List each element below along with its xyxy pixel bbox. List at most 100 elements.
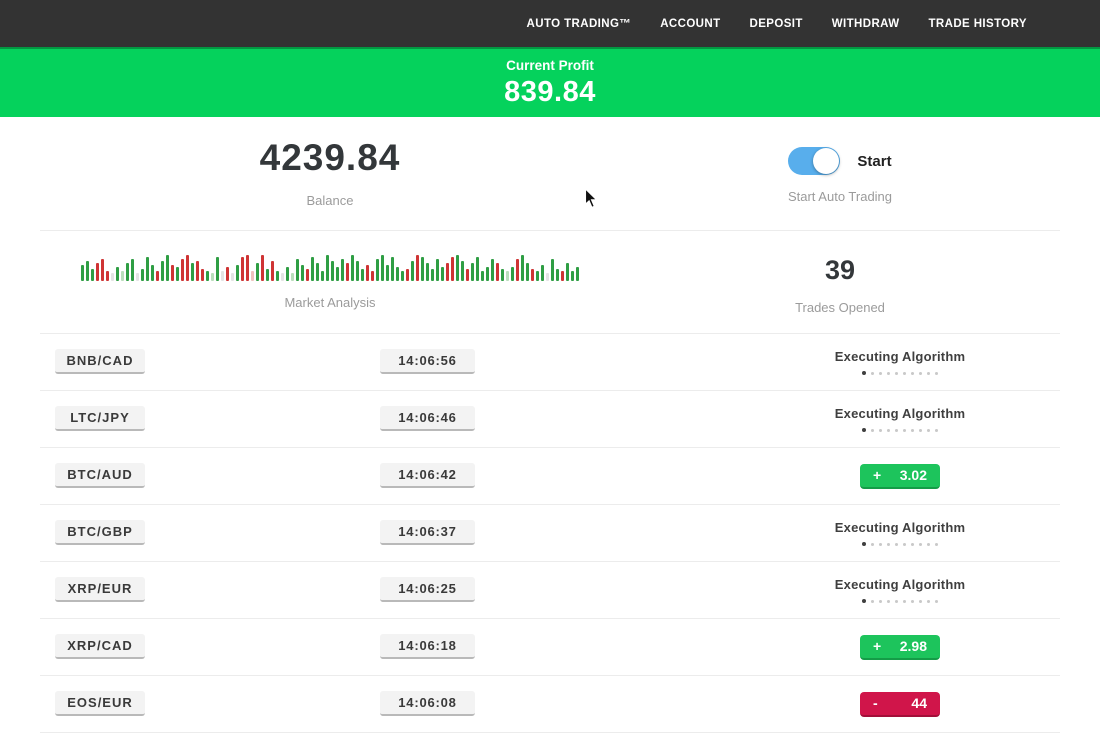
progress-dots xyxy=(862,371,938,375)
trades-list: BNB/CAD14:06:56Executing AlgorithmLTC/JP… xyxy=(0,334,1100,733)
trade-result-badge: +2.98 xyxy=(860,635,940,660)
market-bar xyxy=(376,259,379,281)
trades-opened-value: 39 xyxy=(825,255,855,286)
market-bar xyxy=(426,263,429,281)
progress-dot xyxy=(927,429,930,432)
trade-time-chip: 14:06:42 xyxy=(380,463,475,488)
progress-dot xyxy=(862,542,866,546)
trade-row: XRP/EUR14:06:25Executing Algorithm xyxy=(40,562,1060,619)
trade-time-chip: 14:06:37 xyxy=(380,520,475,545)
market-bar xyxy=(496,263,499,281)
market-bar xyxy=(531,269,534,281)
progress-dot xyxy=(919,429,922,432)
nav-item-deposit[interactable]: DEPOSIT xyxy=(750,18,803,30)
trade-status-cell: +3.02 xyxy=(780,448,1020,504)
market-bar xyxy=(191,263,194,281)
market-bar xyxy=(251,271,254,281)
market-bar xyxy=(371,271,374,281)
toggle-label: Start xyxy=(857,153,891,170)
result-sign: + xyxy=(873,638,881,654)
progress-dot xyxy=(887,429,890,432)
progress-dot xyxy=(887,543,890,546)
result-value: 2.98 xyxy=(900,638,927,654)
market-bar xyxy=(141,269,144,281)
profit-banner-label: Current Profit xyxy=(506,58,594,73)
progress-dot xyxy=(879,543,882,546)
nav-item-account[interactable]: ACCOUNT xyxy=(660,18,720,30)
market-analysis-chart xyxy=(81,253,579,281)
progress-dot xyxy=(927,543,930,546)
market-bar xyxy=(476,257,479,281)
market-bar xyxy=(81,265,84,281)
progress-dot xyxy=(895,372,898,375)
market-bar xyxy=(281,273,284,281)
market-bar xyxy=(546,273,549,281)
top-nav: AUTO TRADING™ ACCOUNT DEPOSIT WITHDRAW TRADE… xyxy=(0,0,1100,47)
balance-section: 4239.84 Balance Start Start Auto Trading xyxy=(40,117,1060,231)
trade-result-badge: +3.02 xyxy=(860,464,940,489)
nav-item-auto-trading[interactable]: AUTO TRADING™ xyxy=(527,18,632,30)
market-bar xyxy=(441,267,444,281)
market-bar xyxy=(461,261,464,281)
market-bar xyxy=(536,271,539,281)
progress-dot xyxy=(862,371,866,375)
market-bar xyxy=(301,265,304,281)
progress-dot xyxy=(911,372,914,375)
market-bar xyxy=(186,255,189,281)
market-bar xyxy=(331,261,334,281)
result-sign: + xyxy=(873,467,881,483)
market-bar xyxy=(231,273,234,281)
market-bar xyxy=(196,261,199,281)
market-section: Market Analysis 39 Trades Opened xyxy=(40,231,1060,334)
nav-item-withdraw[interactable]: WITHDRAW xyxy=(832,18,900,30)
trade-time-chip: 14:06:25 xyxy=(380,577,475,602)
trade-pair-chip: LTC/JPY xyxy=(55,406,145,431)
market-bar xyxy=(471,263,474,281)
market-bar xyxy=(366,265,369,281)
executing-algorithm-label: Executing Algorithm xyxy=(835,577,965,592)
balance-label: Balance xyxy=(307,193,354,208)
balance-value: 4239.84 xyxy=(260,137,401,179)
market-bar xyxy=(126,263,129,281)
progress-dot xyxy=(935,600,938,603)
executing-algorithm-label: Executing Algorithm xyxy=(835,349,965,364)
trade-row: LTC/JPY14:06:46Executing Algorithm xyxy=(40,391,1060,448)
market-bar xyxy=(106,271,109,281)
market-bar xyxy=(311,257,314,281)
progress-dot xyxy=(887,600,890,603)
progress-dot xyxy=(895,429,898,432)
trade-row: BTC/AUD14:06:42+3.02 xyxy=(40,448,1060,505)
trade-pair-chip: XRP/CAD xyxy=(55,634,145,659)
progress-dot xyxy=(871,372,874,375)
market-bar xyxy=(556,269,559,281)
progress-dots xyxy=(862,428,938,432)
profit-banner: Current Profit 839.84 xyxy=(0,47,1100,117)
trade-status-cell: +2.98 xyxy=(780,619,1020,675)
progress-dot xyxy=(862,428,866,432)
market-bar xyxy=(326,255,329,281)
market-bar xyxy=(481,271,484,281)
trade-pair-chip: BTC/GBP xyxy=(55,520,145,545)
market-bar xyxy=(361,269,364,281)
market-bar xyxy=(346,263,349,281)
trade-status-cell: Executing Algorithm xyxy=(780,391,1020,447)
market-bar xyxy=(571,271,574,281)
result-value: 44 xyxy=(911,695,927,711)
progress-dot xyxy=(919,600,922,603)
trade-time-chip: 14:06:18 xyxy=(380,634,475,659)
market-bar xyxy=(451,257,454,281)
toggle-knob-icon xyxy=(813,148,839,174)
market-bar xyxy=(151,265,154,281)
market-bar xyxy=(296,259,299,281)
market-bar xyxy=(146,257,149,281)
result-sign: - xyxy=(873,695,878,711)
nav-item-trade-history[interactable]: TRADE HISTORY xyxy=(929,18,1028,30)
auto-trading-toggle[interactable] xyxy=(788,147,840,175)
market-bar xyxy=(486,267,489,281)
progress-dot xyxy=(935,429,938,432)
market-bar xyxy=(396,267,399,281)
market-bar xyxy=(111,273,114,281)
market-bar xyxy=(91,269,94,281)
market-bar xyxy=(116,267,119,281)
market-bar xyxy=(221,271,224,281)
